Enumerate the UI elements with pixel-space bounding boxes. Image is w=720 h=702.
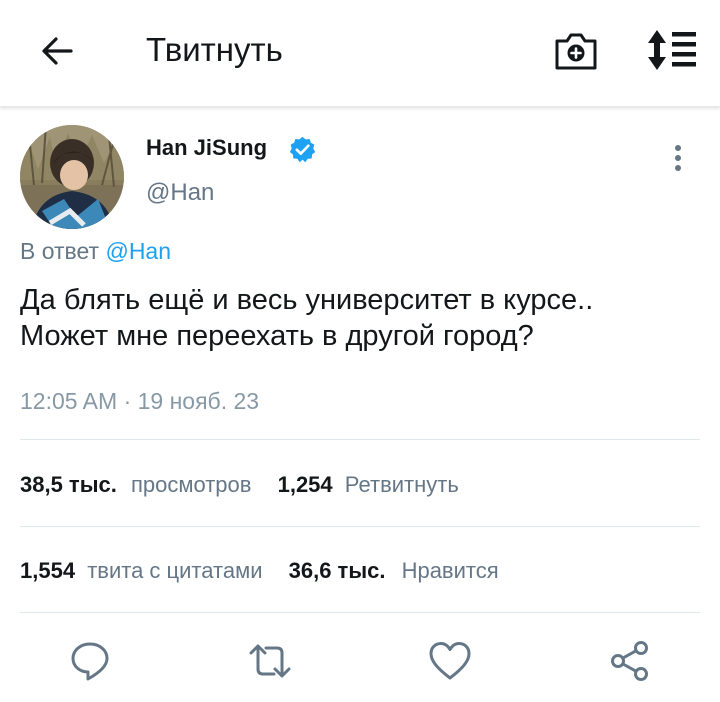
like-icon[interactable]: [427, 638, 473, 684]
divider: [20, 612, 700, 613]
reply-mention-link[interactable]: @Han: [105, 238, 171, 264]
divider: [20, 526, 700, 527]
camera-plus-icon[interactable]: [553, 28, 599, 74]
share-icon[interactable]: [607, 638, 653, 684]
verified-badge-icon: [289, 136, 316, 163]
reply-icon[interactable]: [67, 638, 113, 684]
reply-prefix: В ответ: [20, 238, 100, 264]
views-count: 38,5 тыс.: [20, 472, 117, 497]
retweets-label[interactable]: Ретвитнуть: [345, 472, 459, 497]
tweet-text-line: Да блять ещё и весь университет в курсе.…: [20, 284, 594, 316]
reply-context: В ответ @Han: [20, 236, 171, 266]
tweet-text: Да блять ещё и весь университет в курсе.…: [20, 282, 700, 354]
stats-row-quotes-likes: 1,554 твита с цитатами 36,6 тыс. Нравитс…: [20, 556, 499, 586]
top-app-bar: Твитнуть: [0, 0, 720, 107]
avatar-photo: [20, 125, 124, 229]
tweet-action-bar: [0, 632, 720, 692]
quotes-label[interactable]: твита с цитатами: [87, 558, 262, 583]
stats-row-views-retweets: 38,5 тыс. просмотров 1,254 Ретвитнуть: [20, 470, 459, 500]
quotes-count[interactable]: 1,554: [20, 558, 75, 583]
author-name[interactable]: Han JiSung: [146, 133, 267, 163]
tweet-text-line: Может мне переехать в другой город?: [20, 320, 534, 352]
retweet-icon[interactable]: [247, 638, 293, 684]
sort-list-icon[interactable]: [644, 28, 698, 72]
likes-count[interactable]: 36,6 тыс.: [289, 558, 386, 583]
avatar[interactable]: [20, 125, 124, 229]
likes-label[interactable]: Нравится: [402, 558, 499, 583]
retweets-count[interactable]: 1,254: [278, 472, 333, 497]
page-title: Твитнуть: [146, 31, 283, 68]
author-handle[interactable]: @Han: [146, 178, 214, 208]
more-options-icon[interactable]: [666, 142, 690, 174]
divider: [20, 439, 700, 440]
tweet-timestamp: 12:05 AM · 19 нояб. 23: [20, 388, 260, 414]
views-label: просмотров: [130, 472, 252, 497]
arrow-left-icon[interactable]: [36, 30, 78, 72]
